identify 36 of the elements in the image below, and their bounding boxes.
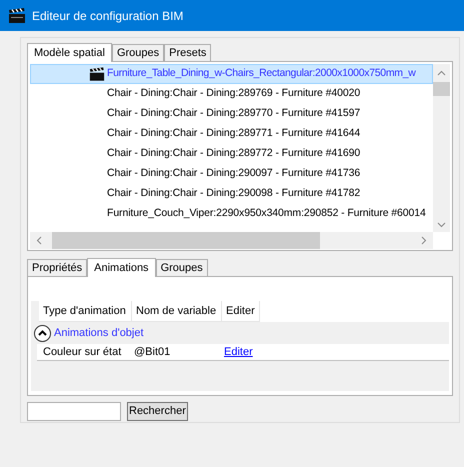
column-header[interactable]: Nom de variable: [132, 301, 222, 322]
vertical-scrollbar[interactable]: [433, 64, 450, 232]
tree-item[interactable]: Furniture_Couch_Viper:2290x950x340mm:290852 - Furniture #60014: [30, 204, 433, 224]
clapperboard-icon: [89, 66, 105, 82]
scroll-down-icon[interactable]: [437, 222, 446, 228]
scroll-thumb[interactable]: [52, 232, 320, 249]
search-button[interactable]: Rechercher: [127, 402, 188, 421]
tab[interactable]: Groupes: [112, 44, 164, 61]
tab[interactable]: Groupes: [156, 259, 208, 276]
tab[interactable]: Animations: [87, 258, 156, 277]
edit-link[interactable]: Editer: [220, 344, 257, 360]
column-header[interactable]: Editer: [222, 301, 260, 322]
tab[interactable]: Presets: [164, 44, 212, 61]
search-field[interactable]: [27, 402, 121, 421]
clapperboard-icon: [8, 8, 26, 24]
collapse-button[interactable]: [34, 324, 51, 342]
scroll-right-icon[interactable]: [421, 236, 427, 245]
window-title: Editeur de configuration BIM: [32, 8, 184, 24]
tree-item[interactable]: Chair - Dining:Chair - Dining:290098 - Furniture #41782: [30, 184, 433, 204]
tree-item[interactable]: Furniture_Table_Dining_w-Chairs_Rectangular:2000x1000x750mm_w: [30, 64, 433, 84]
table-cell-text: @Bit01: [133, 344, 172, 360]
scroll-thumb[interactable]: [433, 82, 450, 96]
column-header[interactable]: Type d'animation: [39, 301, 132, 322]
tree-item[interactable]: Chair - Dining:Chair - Dining:289769 - Furniture #40020: [30, 84, 433, 104]
horizontal-scrollbar[interactable]: [30, 232, 433, 249]
tree-item[interactable]: Chair - Dining:Chair - Dining:289771 - Furniture #41644: [30, 124, 433, 144]
caret-icon: [38, 330, 47, 336]
tree-item[interactable]: Chair - Dining:Chair - Dining:289772 - Furniture #41690: [30, 144, 433, 164]
group-label: Animations d'objet: [54, 326, 144, 341]
tab[interactable]: Modèle spatial: [27, 43, 112, 62]
tree-item[interactable]: Chair - Dining:Chair - Dining:289770 - Furniture #41597: [30, 104, 433, 124]
tab[interactable]: Propriétés: [27, 259, 88, 276]
scroll-left-icon[interactable]: [36, 236, 42, 245]
tree-item[interactable]: Chair - Dining:Chair - Dining:290097 - Furniture #41736: [30, 164, 433, 184]
scroll-up-icon[interactable]: [437, 70, 446, 76]
table-cell-text: Couleur sur état: [42, 344, 122, 360]
